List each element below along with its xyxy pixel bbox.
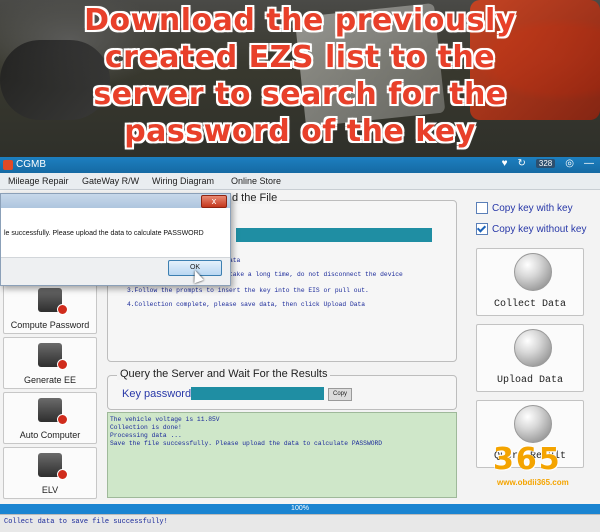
copy-without-key-checkbox[interactable]: Copy key without key <box>476 223 587 235</box>
checkbox-label: Copy key without key <box>492 223 587 235</box>
collect-data-button[interactable]: Collect Data <box>476 248 584 316</box>
dialog-title-bar: x <box>1 194 230 208</box>
checkbox-label: Copy key with key <box>492 202 573 214</box>
log-line: Collection is done! <box>110 424 182 431</box>
status-text: Collect data to save file successfully! <box>4 518 168 526</box>
step-text: take a long time, do not disconnect the … <box>229 271 403 278</box>
collect-panel-title: d the File <box>229 192 281 204</box>
headline-line: created EZS list to the <box>104 40 496 75</box>
copy-with-key-checkbox[interactable]: Copy key with key <box>476 202 573 214</box>
minimize-icon[interactable]: — <box>584 158 594 169</box>
collect-progress-bar <box>236 228 432 242</box>
laptop-icon <box>38 288 68 315</box>
progress-text: 100% <box>291 505 309 512</box>
copy-button[interactable]: Copy <box>328 388 352 401</box>
sidebar-item-label: Generate EE <box>23 375 77 385</box>
menu-item-online-store[interactable]: Online Store <box>231 176 281 186</box>
key-password-field[interactable] <box>191 387 324 400</box>
step-text: 4.Collection complete, please save data,… <box>127 301 366 308</box>
title-bar: CGMB ♥ ↻ 328 ◎ — <box>0 157 600 173</box>
ecu-icon <box>38 398 68 425</box>
upload-data-button[interactable]: Upload Data <box>476 324 584 392</box>
log-area: The vehicle voltage is 11.85V Collection… <box>107 412 457 498</box>
watermark-digits: 365 <box>493 442 562 477</box>
sidebar-item-generate-ee[interactable]: Generate EE <box>3 337 97 389</box>
log-line: Save the file successfully. Please uploa… <box>110 440 383 447</box>
overlay-headline: Download the previously created EZS list… <box>0 2 600 150</box>
log-line: The vehicle voltage is 11.85V <box>110 416 220 423</box>
app-title: CGMB <box>16 159 46 170</box>
key-device-icon <box>38 343 68 370</box>
refresh-icon[interactable]: ↻ <box>518 158 526 169</box>
step-text: 3.Follow the prompts to insert the key i… <box>127 287 369 294</box>
app-logo-icon <box>3 160 13 170</box>
collect-data-label: Collect Data <box>493 299 566 310</box>
usb-icon <box>514 253 552 291</box>
headline-line: Download the previously <box>84 3 516 38</box>
status-badge: 328 <box>535 159 556 168</box>
overall-progress-bar: 100% <box>0 504 600 514</box>
menu-item-mileage-repair[interactable]: Mileage Repair <box>8 176 69 186</box>
sidebar-item-label: ELV <box>41 485 59 495</box>
headline-line: server to search for the <box>93 77 507 112</box>
upload-data-label: Upload Data <box>496 375 563 386</box>
checkbox-checked[interactable] <box>476 223 488 235</box>
title-bar-icons: ♥ ↻ 328 ◎ — <box>502 158 594 169</box>
watermark-url: www.obdii365.com <box>497 478 569 487</box>
headline-line: password of the key <box>124 114 476 149</box>
lightbulb-icon[interactable]: ◎ <box>565 158 574 169</box>
sidebar-item-compute-password[interactable]: Compute Password <box>3 282 97 334</box>
query-panel-title: Query the Server and Wait For the Result… <box>117 368 331 380</box>
dialog-message: le successfully. Please upload the data … <box>4 230 204 237</box>
magnifier-icon <box>514 405 552 443</box>
globe-icon <box>514 329 552 367</box>
status-bar: Collect data to save file successfully! <box>0 514 600 532</box>
menu-item-wiring-diagram[interactable]: Wiring Diagram <box>152 176 214 186</box>
watermark-logo: 365 www.obdii365.com <box>493 440 593 500</box>
sidebar: Compute Password Generate EE Auto Comput… <box>3 282 97 502</box>
close-icon[interactable]: x <box>201 195 227 208</box>
log-line: Processing data ... <box>110 432 182 439</box>
sidebar-item-elv[interactable]: ELV <box>3 447 97 499</box>
sidebar-item-auto-computer[interactable]: Auto Computer <box>3 392 97 444</box>
elv-icon <box>38 453 68 480</box>
key-password-label: Key password <box>122 388 192 400</box>
checkbox-unchecked[interactable] <box>476 202 488 214</box>
menu-item-gateway-rw[interactable]: GateWay R/W <box>82 176 139 186</box>
heart-icon[interactable]: ♥ <box>502 158 508 169</box>
sidebar-item-label: Compute Password <box>10 320 90 330</box>
sidebar-item-label: Auto Computer <box>19 430 81 440</box>
menu-bar: Mileage Repair GateWay R/W Wiring Diagra… <box>0 173 600 190</box>
